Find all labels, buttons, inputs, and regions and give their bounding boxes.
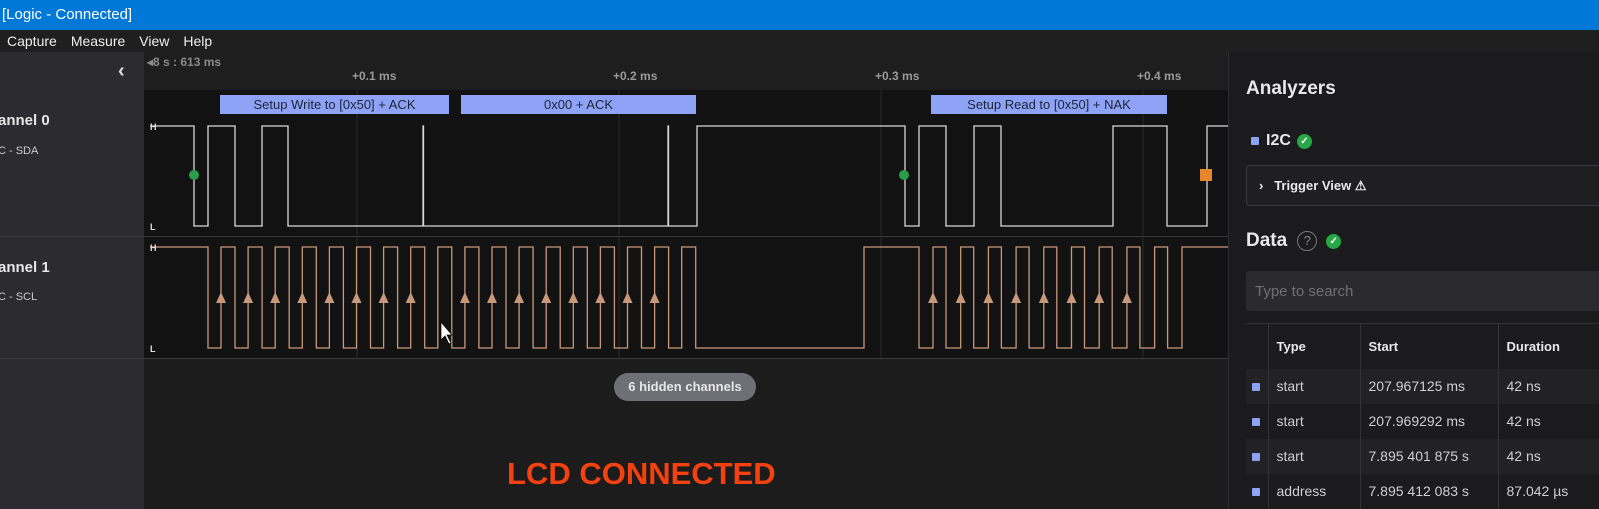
row-color-marker: [1252, 488, 1260, 496]
analyzer-color-swatch: [1251, 137, 1259, 145]
analyzer-i2c[interactable]: I2C ✓: [1251, 132, 1312, 150]
row-color-marker: [1252, 453, 1260, 461]
column-header-start[interactable]: Start: [1359, 323, 1498, 369]
hidden-channels-button[interactable]: 6 hidden channels: [614, 373, 756, 401]
data-search-input[interactable]: [1246, 271, 1599, 311]
cell-type: address: [1267, 473, 1360, 509]
timeline-origin: ◂8 s : 613 ms: [147, 55, 222, 69]
check-circle-icon: ✓: [1326, 233, 1342, 249]
channel-1-row[interactable]: [144, 237, 1228, 358]
trigger-view-toggle[interactable]: › Trigger View ⚠: [1246, 165, 1599, 206]
row-color-marker: [1252, 383, 1260, 391]
cell-type: start: [1267, 438, 1360, 474]
cell-start: 207.967125 ms: [1359, 368, 1498, 404]
data-title: Data: [1246, 230, 1288, 251]
cell-duration: 42 ns: [1497, 438, 1599, 474]
tick-label: +0.3 ms: [875, 69, 920, 83]
tick-label: +0.4 ms: [1137, 69, 1182, 83]
row-color-marker: [1252, 418, 1260, 426]
help-icon[interactable]: ?: [1297, 231, 1318, 251]
tick-label: +0.1 ms: [352, 69, 397, 83]
menu-capture[interactable]: Capture: [0, 30, 64, 52]
annotation-setup-read[interactable]: Setup Read to [0x50] + NAK: [931, 95, 1167, 114]
color-column-header: [1246, 323, 1268, 369]
table-row[interactable]: start 207.967125 ms 42 ns: [1246, 368, 1599, 404]
cell-type: start: [1267, 403, 1360, 439]
cell-duration: 42 ns: [1497, 368, 1599, 404]
collapse-sidebar-chevron-left-icon[interactable]: ‹: [118, 60, 125, 83]
cell-start: 7.895 401 875 s: [1359, 438, 1498, 474]
channel-1-name[interactable]: annel 1: [0, 259, 50, 276]
data-section-header: Data ? ✓: [1246, 230, 1342, 252]
timeline-ruler[interactable]: ◂8 s : 613 ms +0.1 ms +0.2 ms +0.3 ms +0…: [144, 52, 1228, 90]
data-table: Type Start Duration start 207.967125 ms 42…: [1246, 323, 1599, 509]
analyzers-title: Analyzers: [1246, 78, 1336, 99]
window-title: [Logic - Connected]: [0, 0, 1599, 30]
warning-icon: ⚠: [1354, 178, 1367, 193]
cell-start: 207.969292 ms: [1359, 403, 1498, 439]
overlay-lcd-connected: LCD CONNECTED: [507, 456, 776, 491]
cell-duration: 87.042 µs: [1497, 473, 1599, 509]
check-circle-icon: ✓: [1296, 133, 1312, 149]
annotation-setup-write[interactable]: Setup Write to [0x50] + ACK: [220, 95, 449, 114]
menu-help[interactable]: Help: [176, 30, 219, 52]
cell-start: 7.895 412 083 s: [1359, 473, 1498, 509]
table-row[interactable]: start 207.969292 ms 42 ns: [1246, 403, 1599, 439]
row-divider: [0, 358, 1228, 359]
tick-label: +0.2 ms: [613, 69, 658, 83]
column-header-duration[interactable]: Duration: [1497, 323, 1599, 369]
menu-bar: Capture Measure View Help: [0, 30, 1599, 52]
row-divider: [0, 236, 1228, 237]
cell-type: start: [1267, 368, 1360, 404]
analyzers-panel: Analyzers I2C ✓ › Trigger View ⚠ Data ? …: [1228, 52, 1599, 509]
analyzer-name: I2C: [1266, 132, 1291, 149]
channel-0-name[interactable]: annel 0: [0, 112, 50, 129]
trigger-view-label: Trigger View: [1274, 178, 1352, 193]
cell-duration: 42 ns: [1497, 403, 1599, 439]
table-row[interactable]: address 7.895 412 083 s 87.042 µs: [1246, 473, 1599, 509]
menu-view[interactable]: View: [132, 30, 176, 52]
channel-1-label: C - SCL: [0, 291, 38, 303]
channel-0-label: C - SDA: [0, 145, 39, 157]
annotation-data-byte[interactable]: 0x00 + ACK: [461, 95, 696, 114]
column-header-type[interactable]: Type: [1267, 323, 1360, 369]
chevron-right-icon: ›: [1259, 178, 1264, 193]
table-row[interactable]: start 7.895 401 875 s 42 ns: [1246, 438, 1599, 474]
menu-measure[interactable]: Measure: [64, 30, 132, 52]
